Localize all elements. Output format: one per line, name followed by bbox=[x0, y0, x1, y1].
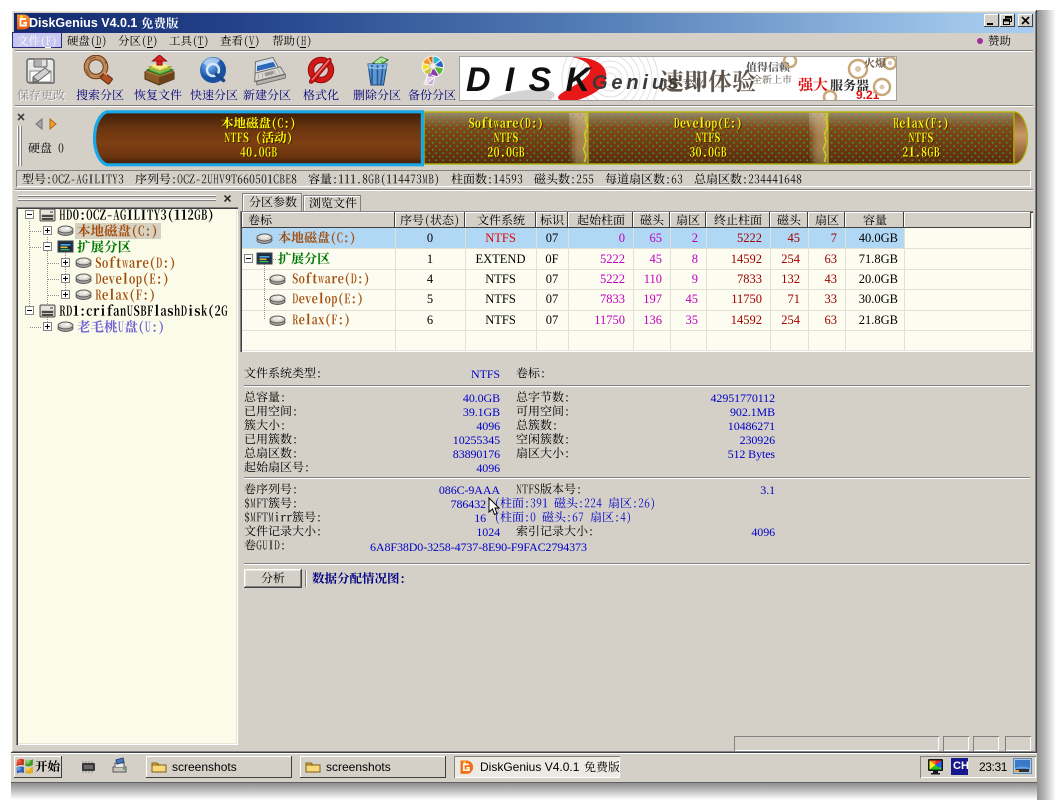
svg-text:DISK: DISK bbox=[466, 61, 592, 99]
